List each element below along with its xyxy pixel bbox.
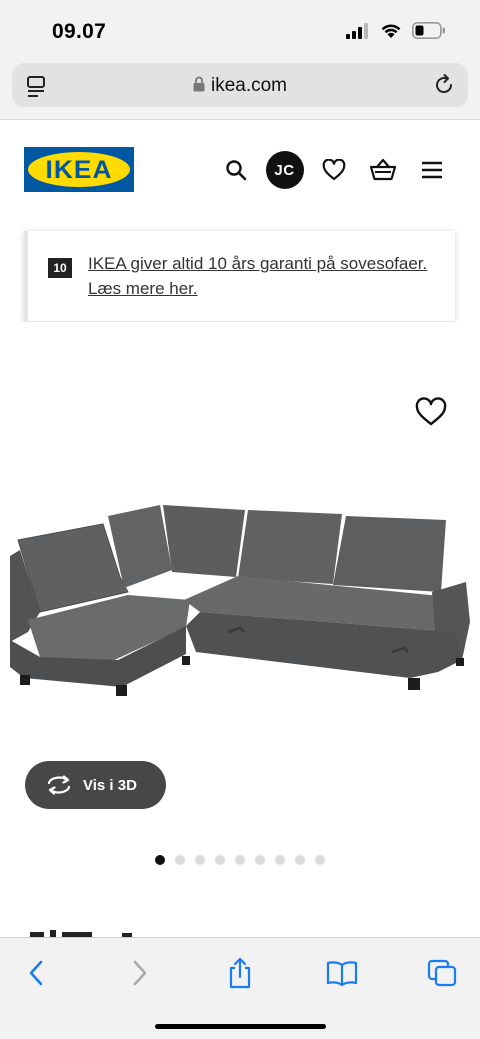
- carousel-dot[interactable]: [175, 855, 185, 865]
- wifi-icon: [381, 23, 401, 38]
- header-icons: JC: [211, 150, 456, 190]
- heart-icon: [322, 159, 345, 181]
- url-bar[interactable]: ikea.com: [12, 63, 468, 107]
- account-button[interactable]: JC: [260, 150, 309, 190]
- guarantee-link[interactable]: IKEA giver altid 10 års garanti på soves…: [88, 251, 453, 301]
- guarantee-badge: 10: [48, 258, 72, 278]
- avatar: JC: [265, 151, 304, 189]
- carousel-dot[interactable]: [295, 855, 305, 865]
- view-in-3d-button[interactable]: Vis i 3D: [25, 761, 166, 809]
- chevron-right-icon: [133, 960, 147, 986]
- lock-icon: [193, 76, 205, 92]
- favourites-button[interactable]: [309, 150, 358, 190]
- carousel-dot[interactable]: [315, 855, 325, 865]
- reload-icon[interactable]: [432, 73, 456, 97]
- search-icon: [225, 160, 246, 181]
- home-indicator: [155, 1024, 326, 1029]
- carousel-dot[interactable]: [155, 855, 165, 865]
- url-domain: ikea.com: [210, 75, 288, 96]
- cellular-signal-icon: [346, 22, 368, 39]
- product-gallery[interactable]: Vis i 3D: [0, 322, 480, 942]
- browser-address-area: ikea.com: [0, 60, 480, 120]
- url-text[interactable]: ikea.com: [12, 75, 468, 97]
- browser-toolbar: [0, 937, 480, 1039]
- add-to-favourites-heart-icon[interactable]: [414, 397, 448, 427]
- carousel-dot[interactable]: [215, 855, 225, 865]
- view-in-3d-label: Vis i 3D: [83, 776, 137, 794]
- site-header: IKEA JC: [0, 121, 480, 221]
- bookmarks-book-icon: [326, 961, 358, 986]
- tabs-button[interactable]: [422, 956, 462, 990]
- chevron-left-icon: [29, 960, 43, 986]
- carousel-dot[interactable]: [275, 855, 285, 865]
- search-button[interactable]: [211, 150, 260, 190]
- menu-button[interactable]: [407, 150, 456, 190]
- carousel-dots[interactable]: [155, 855, 325, 865]
- back-button[interactable]: [16, 956, 56, 990]
- sofa-product-image: [10, 505, 470, 696]
- carousel-dot[interactable]: [235, 855, 245, 865]
- ikea-logo[interactable]: IKEA: [24, 147, 134, 192]
- status-bar: 09.07: [0, 0, 480, 60]
- logo-text: IKEA: [45, 156, 113, 184]
- rotate-3d-icon: [47, 775, 71, 795]
- shopping-basket-icon: [369, 158, 396, 181]
- carousel-dot[interactable]: [195, 855, 205, 865]
- status-time: 09.07: [52, 20, 107, 43]
- carousel-dot[interactable]: [255, 855, 265, 865]
- hamburger-menu-icon: [421, 161, 442, 179]
- bookmarks-button[interactable]: [322, 956, 362, 990]
- status-icons: [346, 22, 446, 39]
- tabs-icon: [427, 959, 457, 987]
- share-icon: [229, 957, 251, 989]
- share-button[interactable]: [220, 956, 260, 990]
- basket-button[interactable]: [358, 150, 407, 190]
- forward-button[interactable]: [120, 956, 160, 990]
- guarantee-banner[interactable]: 10 IKEA giver altid 10 års garanti på so…: [24, 231, 455, 321]
- battery-icon: [412, 22, 445, 39]
- guarantee-text: IKEA giver altid 10 års garanti på soves…: [88, 254, 428, 298]
